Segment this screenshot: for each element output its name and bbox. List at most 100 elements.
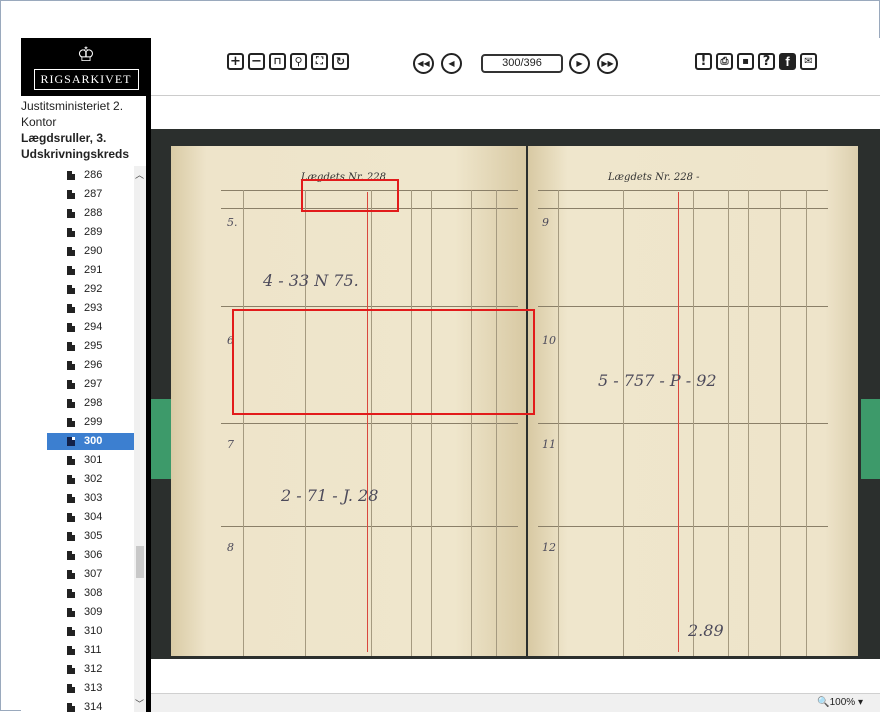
sidebar-item-288[interactable]: 288 bbox=[21, 204, 141, 223]
zoom-out-icon[interactable]: − bbox=[248, 53, 265, 70]
document-icon bbox=[67, 608, 75, 617]
sidebar-item-294[interactable]: 294 bbox=[21, 318, 141, 337]
crown-icon: ♔ bbox=[77, 42, 95, 66]
column-line bbox=[243, 190, 244, 656]
document-icon bbox=[67, 418, 75, 427]
rotate-icon[interactable]: ↻ bbox=[332, 53, 349, 70]
sidebar-item-303[interactable]: 303 bbox=[21, 489, 141, 508]
next-page-icon[interactable]: ▶ bbox=[569, 53, 590, 74]
left-annotation-2: 2 - 71 - J. 28 bbox=[281, 486, 379, 505]
sidebar-item-label: 288 bbox=[84, 207, 103, 219]
sidebar-item-301[interactable]: 301 bbox=[21, 451, 141, 470]
sidebar-item-295[interactable]: 295 bbox=[21, 337, 141, 356]
lock-icon[interactable]: ⊓ bbox=[269, 53, 286, 70]
document-icon bbox=[67, 684, 75, 693]
document-icon bbox=[67, 285, 75, 294]
document-icon bbox=[67, 342, 75, 351]
breadcrumb-archive[interactable]: Justitsministeriet 2. Kontor bbox=[21, 98, 146, 130]
sidebar-item-290[interactable]: 290 bbox=[21, 242, 141, 261]
sidebar-item-label: 294 bbox=[84, 321, 103, 333]
first-page-icon[interactable]: ◀◀ bbox=[413, 53, 434, 74]
archive-viewer: ♔ Rigsarkivet + − ⊓ ⚲ ⛶ ↻ ◀◀ ◀ 300/396 ▶… bbox=[21, 38, 880, 712]
scroll-down-icon[interactable]: ﹀ bbox=[135, 697, 144, 710]
sidebar-item-297[interactable]: 297 bbox=[21, 375, 141, 394]
sidebar-item-label: 311 bbox=[84, 644, 102, 656]
sidebar-item-311[interactable]: 311 bbox=[21, 641, 141, 660]
document-icon bbox=[67, 532, 75, 541]
sidebar-item-310[interactable]: 310 bbox=[21, 622, 141, 641]
sidebar-item-label: 300 bbox=[84, 435, 103, 447]
right-annotation-1: 5 - 757 - P - 92 bbox=[598, 371, 717, 390]
entry-number: 11 bbox=[542, 438, 556, 451]
report-icon[interactable]: ! bbox=[695, 53, 712, 70]
rule bbox=[538, 423, 828, 424]
document-icon bbox=[67, 513, 75, 522]
scroll-thumb[interactable] bbox=[136, 546, 144, 578]
document-icon bbox=[67, 228, 75, 237]
sidebar-item-308[interactable]: 308 bbox=[21, 584, 141, 603]
column-line bbox=[623, 190, 624, 656]
sidebar-item-label: 303 bbox=[84, 492, 103, 504]
sidebar-item-label: 295 bbox=[84, 340, 103, 352]
help-icon[interactable]: ? bbox=[758, 53, 775, 70]
facebook-icon[interactable]: f bbox=[779, 53, 796, 70]
magnifier-icon[interactable]: ⚲ bbox=[290, 53, 307, 70]
sidebar-item-label: 296 bbox=[84, 359, 103, 371]
sidebar-item-label: 298 bbox=[84, 397, 103, 409]
document-icon bbox=[67, 646, 75, 655]
sidebar-item-292[interactable]: 292 bbox=[21, 280, 141, 299]
rule bbox=[538, 526, 828, 527]
sidebar-item-313[interactable]: 313 bbox=[21, 679, 141, 698]
sidebar-item-label: 286 bbox=[84, 169, 103, 181]
sidebar-item-312[interactable]: 312 bbox=[21, 660, 141, 679]
page-indicator[interactable]: 300/396 bbox=[481, 54, 563, 73]
prev-page-icon[interactable]: ◀ bbox=[441, 53, 462, 74]
column-line bbox=[728, 190, 729, 656]
breadcrumb-series[interactable]: Lægdsruller, 3. Udskrivningskreds bbox=[21, 130, 146, 162]
sidebar-item-label: 291 bbox=[84, 264, 103, 276]
sidebar-scrollbar[interactable]: ︿ ﹀ bbox=[134, 166, 146, 712]
sidebar-item-306[interactable]: 306 bbox=[21, 546, 141, 565]
scroll-up-icon[interactable]: ︿ bbox=[135, 168, 144, 181]
ledger-image[interactable]: Lægdets Nr. 228 5. 4 - 33 N 75. 6 7 2 - … bbox=[151, 129, 880, 659]
sidebar-item-291[interactable]: 291 bbox=[21, 261, 141, 280]
sidebar-item-label: 292 bbox=[84, 283, 103, 295]
email-icon[interactable]: ✉ bbox=[800, 53, 817, 70]
sidebar-item-300[interactable]: 300 bbox=[21, 432, 141, 451]
document-icon bbox=[67, 456, 75, 465]
sidebar-item-287[interactable]: 287 bbox=[21, 185, 141, 204]
sidebar-item-label: 306 bbox=[84, 549, 103, 561]
zoom-in-icon[interactable]: + bbox=[227, 53, 244, 70]
document-icon bbox=[67, 209, 75, 218]
document-icon bbox=[67, 437, 75, 446]
column-line bbox=[806, 190, 807, 656]
sidebar-item-293[interactable]: 293 bbox=[21, 299, 141, 318]
last-page-icon[interactable]: ▶▶ bbox=[597, 53, 618, 74]
sidebar-item-302[interactable]: 302 bbox=[21, 470, 141, 489]
sidebar-item-314[interactable]: 314 bbox=[21, 698, 141, 712]
rigsarkivet-logo[interactable]: ♔ Rigsarkivet bbox=[21, 38, 151, 96]
rule bbox=[538, 190, 828, 191]
sidebar-item-label: 313 bbox=[84, 682, 103, 694]
sidebar-item-299[interactable]: 299 bbox=[21, 413, 141, 432]
save-icon[interactable]: ▪ bbox=[737, 53, 754, 70]
fullscreen-icon[interactable]: ⛶ bbox=[311, 53, 328, 70]
print-icon[interactable]: ⎙ bbox=[716, 53, 733, 70]
zoom-control[interactable]: 🔍100% ▾ bbox=[817, 697, 863, 708]
highlight-header-box bbox=[301, 179, 399, 212]
entry-number: 12 bbox=[542, 541, 556, 554]
sidebar-item-309[interactable]: 309 bbox=[21, 603, 141, 622]
sidebar-item-305[interactable]: 305 bbox=[21, 527, 141, 546]
entry-number: 8 bbox=[227, 541, 234, 554]
sidebar-item-289[interactable]: 289 bbox=[21, 223, 141, 242]
sidebar-item-label: 308 bbox=[84, 587, 103, 599]
sidebar-item-label: 290 bbox=[84, 245, 103, 257]
sidebar-item-label: 293 bbox=[84, 302, 103, 314]
image-viewport[interactable]: Lægdets Nr. 228 5. 4 - 33 N 75. 6 7 2 - … bbox=[151, 96, 880, 693]
sidebar-item-304[interactable]: 304 bbox=[21, 508, 141, 527]
sidebar-item-307[interactable]: 307 bbox=[21, 565, 141, 584]
sidebar-item-286[interactable]: 286 bbox=[21, 166, 141, 185]
sidebar-item-298[interactable]: 298 bbox=[21, 394, 141, 413]
toolbar: + − ⊓ ⚲ ⛶ ↻ ◀◀ ◀ 300/396 ▶ ▶▶ ! ⎙ ▪ ? f … bbox=[151, 38, 880, 96]
sidebar-item-296[interactable]: 296 bbox=[21, 356, 141, 375]
